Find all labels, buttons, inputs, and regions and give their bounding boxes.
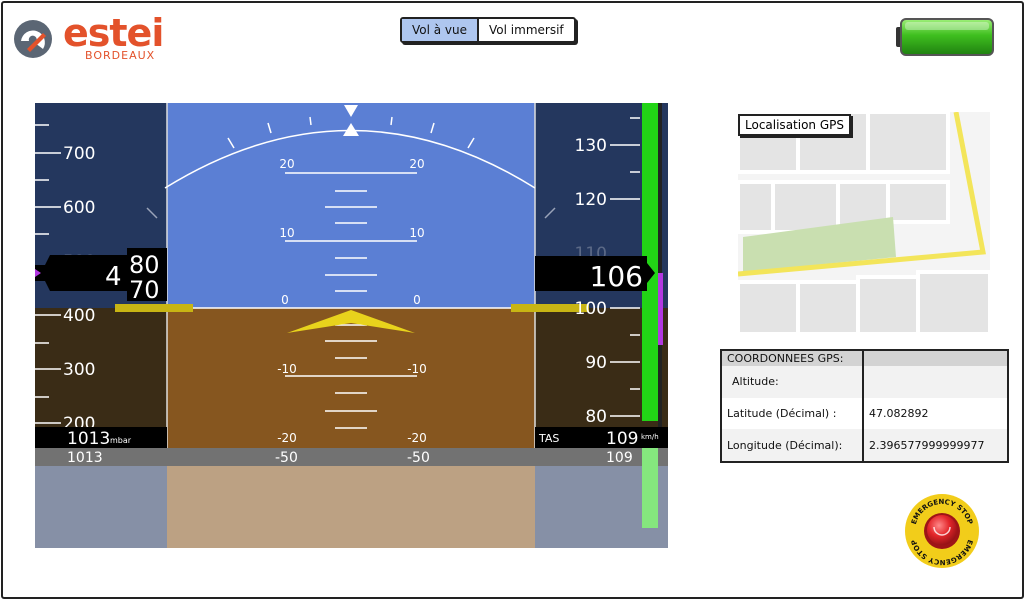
reflection-tas: 109 bbox=[606, 450, 633, 466]
coords-value-latitude: 47.082892 bbox=[869, 406, 929, 420]
altitude-tape-label: 600 bbox=[63, 198, 95, 218]
battery-icon bbox=[896, 18, 994, 56]
gps-map[interactable] bbox=[738, 112, 990, 334]
estei-logo: estei BORDEAUX bbox=[13, 11, 164, 63]
pressure-unit: mbar bbox=[110, 436, 132, 445]
coords-value-longitude: 2.396577999999977 bbox=[863, 429, 1007, 461]
emergency-stop-button[interactable]: EMERGENCY STOP EMERGENCY STOP bbox=[901, 493, 983, 568]
speed-readout: 106 bbox=[590, 260, 643, 293]
reflection-pitch-label: -50 bbox=[407, 450, 430, 466]
coords-label-longitude: Longitude (Décimal): bbox=[722, 429, 864, 461]
reflection-pitch-label: -50 bbox=[275, 450, 298, 466]
pfd-reflection: 1013 109 -50 -50 bbox=[35, 448, 668, 548]
altitude-tape-label: 700 bbox=[63, 144, 95, 164]
tas-unit: km/h bbox=[641, 433, 659, 441]
gps-title: Localisation GPS bbox=[738, 114, 851, 136]
tab-vol-immersif[interactable]: Vol immersif bbox=[479, 19, 574, 41]
speed-tape-label: 120 bbox=[575, 190, 607, 210]
tas-label: TAS bbox=[538, 432, 559, 445]
coords-label-latitude: Latitude (Décimal) : bbox=[722, 397, 864, 430]
pitch-label: 0 bbox=[413, 293, 421, 307]
altitude-readout-lower: 70 bbox=[129, 276, 160, 304]
reflection-pressure: 1013 bbox=[67, 450, 103, 466]
gps-coordinates-table: COORDONNEES GPS: Altitude: Latitude (Déc… bbox=[720, 349, 1009, 463]
speed-tape-label: 130 bbox=[575, 136, 607, 156]
emergency-stop-icon bbox=[927, 515, 957, 545]
speed-trend-bar bbox=[658, 273, 663, 345]
pitch-label: 20 bbox=[409, 157, 424, 171]
pitch-label: 10 bbox=[409, 226, 424, 240]
pitch-label: -20 bbox=[277, 431, 297, 445]
speed-tape-label: 100 bbox=[575, 299, 607, 319]
app-window: estei BORDEAUX Vol à vue Vol immersif 20… bbox=[1, 1, 1024, 599]
speed-tape-label: 80 bbox=[585, 407, 607, 427]
pressure-value: 1013 bbox=[67, 429, 110, 448]
pitch-label: -10 bbox=[407, 362, 427, 376]
coords-label-altitude: Altitude: bbox=[722, 366, 864, 398]
ground-area bbox=[167, 308, 535, 448]
altitude-readout-upper: 80 bbox=[129, 251, 160, 279]
altitude-readout-hundreds: 4 bbox=[105, 262, 122, 292]
coords-header-value bbox=[863, 351, 1007, 366]
altitude-tape-label: 300 bbox=[63, 360, 95, 380]
tab-vol-a-vue[interactable]: Vol à vue bbox=[402, 19, 480, 41]
estei-logo-icon bbox=[14, 20, 52, 58]
pitch-label: 0 bbox=[281, 293, 289, 307]
speed-tape-label: 90 bbox=[585, 353, 607, 373]
primary-flight-display: 20 20 10 10 0 0 -10 -10 -20 -20 700 600 … bbox=[35, 103, 668, 448]
tas-value: 109 bbox=[606, 429, 638, 448]
pitch-label: 20 bbox=[279, 157, 294, 171]
coords-header: COORDONNEES GPS: bbox=[722, 351, 864, 366]
logo-subtitle: BORDEAUX bbox=[85, 49, 156, 62]
pitch-label: -20 bbox=[407, 431, 427, 445]
coords-value-altitude bbox=[863, 366, 1007, 398]
altitude-tape-label: 400 bbox=[63, 306, 95, 326]
pitch-label: 10 bbox=[279, 226, 294, 240]
pitch-label: -10 bbox=[277, 362, 297, 376]
view-mode-tabs: Vol à vue Vol immersif bbox=[400, 17, 576, 43]
